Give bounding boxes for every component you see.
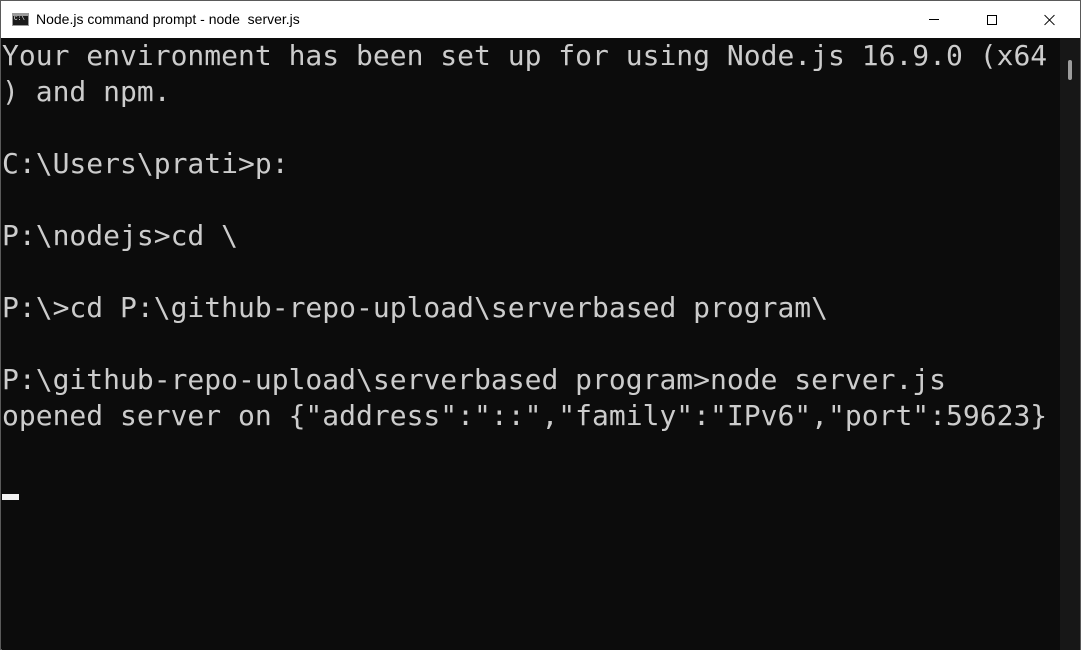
- minimize-button[interactable]: [905, 1, 963, 38]
- minimize-icon: [929, 19, 939, 20]
- console-line: P:\>cd P:\github-repo-upload\serverbased…: [2, 291, 829, 324]
- close-button[interactable]: [1021, 1, 1079, 38]
- maximize-icon: [987, 14, 997, 25]
- cursor-line: [2, 470, 1060, 506]
- console-line: opened server on {"address":"::","family…: [2, 399, 1048, 432]
- console-line: ) and npm.: [2, 75, 171, 108]
- console-line: P:\nodejs>cd \: [2, 219, 239, 252]
- console-app-icon[interactable]: C:\: [12, 13, 29, 26]
- window-title: Node.js command prompt - node server.js: [36, 11, 300, 27]
- app-icon-text: C:\: [14, 15, 25, 22]
- console-line: C:\Users\prati>p:: [2, 147, 289, 180]
- scrollbar-thumb[interactable]: [1068, 60, 1072, 80]
- vertical-scrollbar[interactable]: [1060, 38, 1080, 650]
- terminal-window: C:\ Node.js command prompt - node server…: [0, 0, 1081, 650]
- title-bar[interactable]: C:\ Node.js command prompt - node server…: [1, 1, 1080, 38]
- text-cursor: [2, 494, 19, 500]
- console-output[interactable]: Your environment has been set up for usi…: [2, 38, 1060, 650]
- console-line: P:\github-repo-upload\serverbased progra…: [2, 363, 947, 396]
- close-icon: [1044, 14, 1056, 26]
- console-line: Your environment has been set up for usi…: [2, 39, 1048, 72]
- maximize-button[interactable]: [963, 1, 1021, 38]
